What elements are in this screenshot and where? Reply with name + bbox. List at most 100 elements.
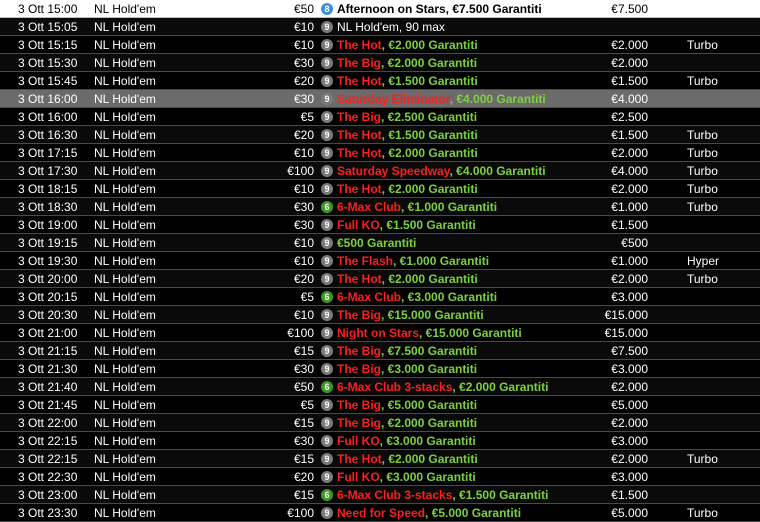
time: 21:30 (47, 362, 78, 376)
guarantee: €2.000 (611, 272, 648, 286)
time: 17:15 (47, 146, 78, 160)
tournament-name: The Big, €2.000 Garantiti (337, 416, 607, 430)
tournament-row[interactable]: 3 Ott 18:30 NL Hold'em €30 6 6-Max Club,… (0, 198, 760, 216)
tournament-name-part: , €1.500 Garantiti (379, 218, 476, 232)
tournament-name-part: , €2.000 Garantiti (381, 56, 478, 70)
game-type: NL Hold'em (94, 434, 156, 448)
tournament-row[interactable]: 3 Ott 17:15 NL Hold'em €10 9 The Hot, €2… (0, 144, 760, 162)
tournament-row[interactable]: 3 Ott 22:30 NL Hold'em €20 9 Full KO, €3… (0, 468, 760, 486)
tournament-row[interactable]: 3 Ott 22:15 NL Hold'em €15 9 The Hot, €2… (0, 450, 760, 468)
tournament-row[interactable]: 3 Ott 20:00 NL Hold'em €20 9 The Hot, €2… (0, 270, 760, 288)
date: 3 Ott (18, 38, 45, 52)
table-size-icon: 9 (321, 111, 333, 123)
tournament-row[interactable]: 3 Ott 15:00 NL Hold'em €50 8 Afternoon o… (0, 0, 760, 18)
tournament-row[interactable]: 3 Ott 19:00 NL Hold'em €30 9 Full KO, €1… (0, 216, 760, 234)
tournament-row[interactable]: 3 Ott 23:30 NL Hold'em €100 9 Need for S… (0, 504, 760, 522)
tournament-row[interactable]: 3 Ott 19:15 NL Hold'em €10 9 €500 Garant… (0, 234, 760, 252)
tournament-name: The Hot, €2.000 Garantiti (337, 272, 607, 286)
tournament-row[interactable]: 3 Ott 23:00 NL Hold'em €15 6 6-Max Club … (0, 486, 760, 504)
game-type: NL Hold'em (94, 344, 156, 358)
date: 3 Ott (18, 200, 45, 214)
start-datetime: 3 Ott 18:15 (18, 182, 86, 196)
time: 15:15 (47, 38, 78, 52)
game-type: NL Hold'em (94, 488, 156, 502)
date: 3 Ott (18, 128, 45, 142)
table-size-icon: 9 (321, 435, 333, 447)
buy-in: €20 (293, 470, 314, 484)
tournament-name-part: , €15.000 Garantiti (419, 326, 522, 340)
buy-in: €15 (293, 344, 314, 358)
tournament-row[interactable]: 3 Ott 16:30 NL Hold'em €20 9 The Hot, €1… (0, 126, 760, 144)
tournament-name-part: , €2.000 Garantiti (452, 380, 549, 394)
start-datetime: 3 Ott 21:00 (18, 326, 86, 340)
tournament-name-part: The Big (337, 344, 381, 358)
guarantee: €1.000 (611, 254, 648, 268)
guarantee: €2.000 (611, 380, 648, 394)
speed: Turbo (687, 200, 718, 214)
buy-in: €30 (293, 434, 314, 448)
start-datetime: 3 Ott 15:30 (18, 56, 86, 70)
table-size-icon: 9 (321, 327, 333, 339)
table-size-icon: 9 (321, 237, 333, 249)
game-type: NL Hold'em (94, 416, 156, 430)
tournament-row[interactable]: 3 Ott 16:00 NL Hold'em €5 9 The Big, €2.… (0, 108, 760, 126)
tournament-name: The Big, €15.000 Garantiti (337, 308, 607, 322)
start-datetime: 3 Ott 22:15 (18, 452, 86, 466)
tournament-name: 6-Max Club 3-stacks, €1.500 Garantiti (337, 488, 607, 502)
tournament-name-part: 6-Max Club 3-stacks (337, 380, 453, 394)
tournament-row[interactable]: 3 Ott 21:40 NL Hold'em €50 6 6-Max Club … (0, 378, 760, 396)
start-datetime: 3 Ott 19:15 (18, 236, 86, 250)
start-datetime: 3 Ott 21:45 (18, 398, 86, 412)
speed: Turbo (687, 272, 718, 286)
speed: Turbo (687, 452, 718, 466)
tournament-row[interactable]: 3 Ott 16:00 NL Hold'em €30 9 Saturday El… (0, 90, 760, 108)
tournament-row[interactable]: 3 Ott 20:15 NL Hold'em €5 6 6-Max Club, … (0, 288, 760, 306)
tournament-name-part: , €4.000 Garantiti (449, 164, 546, 178)
guarantee: €1.500 (611, 74, 648, 88)
game-type: NL Hold'em (94, 506, 156, 520)
time: 23:00 (47, 488, 78, 502)
tournament-name-part: , €1.500 Garantiti (381, 128, 478, 142)
tournament-row[interactable]: 3 Ott 15:30 NL Hold'em €30 9 The Big, €2… (0, 54, 760, 72)
tournament-row[interactable]: 3 Ott 15:05 NL Hold'em €10 9 NL Hold'em,… (0, 18, 760, 36)
guarantee: €1.500 (611, 128, 648, 142)
tournament-row[interactable]: 3 Ott 21:30 NL Hold'em €30 9 The Big, €3… (0, 360, 760, 378)
guarantee: €3.000 (611, 290, 648, 304)
tournament-row[interactable]: 3 Ott 22:00 NL Hold'em €15 9 The Big, €2… (0, 414, 760, 432)
game-type: NL Hold'em (94, 326, 156, 340)
buy-in: €10 (293, 236, 314, 250)
buy-in: €20 (293, 74, 314, 88)
tournament-row[interactable]: 3 Ott 21:15 NL Hold'em €15 9 The Big, €7… (0, 342, 760, 360)
speed: Turbo (687, 182, 718, 196)
table-size-icon: 9 (321, 309, 333, 321)
tournament-row[interactable]: 3 Ott 21:45 NL Hold'em €5 9 The Big, €5.… (0, 396, 760, 414)
date: 3 Ott (18, 92, 45, 106)
tournament-row[interactable]: 3 Ott 20:30 NL Hold'em €10 9 The Big, €1… (0, 306, 760, 324)
tournament-row[interactable]: 3 Ott 22:15 NL Hold'em €30 9 Full KO, €3… (0, 432, 760, 450)
tournament-name: Full KO, €1.500 Garantiti (337, 218, 607, 232)
date: 3 Ott (18, 290, 45, 304)
guarantee: €5.000 (611, 506, 648, 520)
table-size-icon: 9 (321, 345, 333, 357)
tournament-row[interactable]: 3 Ott 15:45 NL Hold'em €20 9 The Hot, €1… (0, 72, 760, 90)
game-type: NL Hold'em (94, 182, 156, 196)
tournament-name-part: The Flash (337, 254, 394, 268)
tournament-row[interactable]: 3 Ott 15:15 NL Hold'em €10 9 The Hot, €2… (0, 36, 760, 54)
tournament-name: The Hot, €1.500 Garantiti (337, 74, 607, 88)
game-type: NL Hold'em (94, 20, 156, 34)
tournament-name-part: 6-Max Club 3-stacks (337, 488, 453, 502)
date: 3 Ott (18, 488, 45, 502)
tournament-row[interactable]: 3 Ott 18:15 NL Hold'em €10 9 The Hot, €2… (0, 180, 760, 198)
start-datetime: 3 Ott 16:00 (18, 110, 86, 124)
buy-in: €100 (287, 326, 314, 340)
tournament-row[interactable]: 3 Ott 19:30 NL Hold'em €10 9 The Flash, … (0, 252, 760, 270)
tournament-row[interactable]: 3 Ott 17:30 NL Hold'em €100 9 Saturday S… (0, 162, 760, 180)
tournament-name-part: The Big (337, 56, 381, 70)
buy-in: €10 (293, 254, 314, 268)
tournament-name-part: The Big (337, 416, 381, 430)
tournament-row[interactable]: 3 Ott 21:00 NL Hold'em €100 9 Night on S… (0, 324, 760, 342)
table-size-icon: 9 (321, 21, 333, 33)
tournament-name-part: , €2.000 Garantiti (381, 416, 478, 430)
table-size-icon: 6 (321, 381, 333, 393)
tournament-name: NL Hold'em, 90 max (337, 20, 607, 34)
